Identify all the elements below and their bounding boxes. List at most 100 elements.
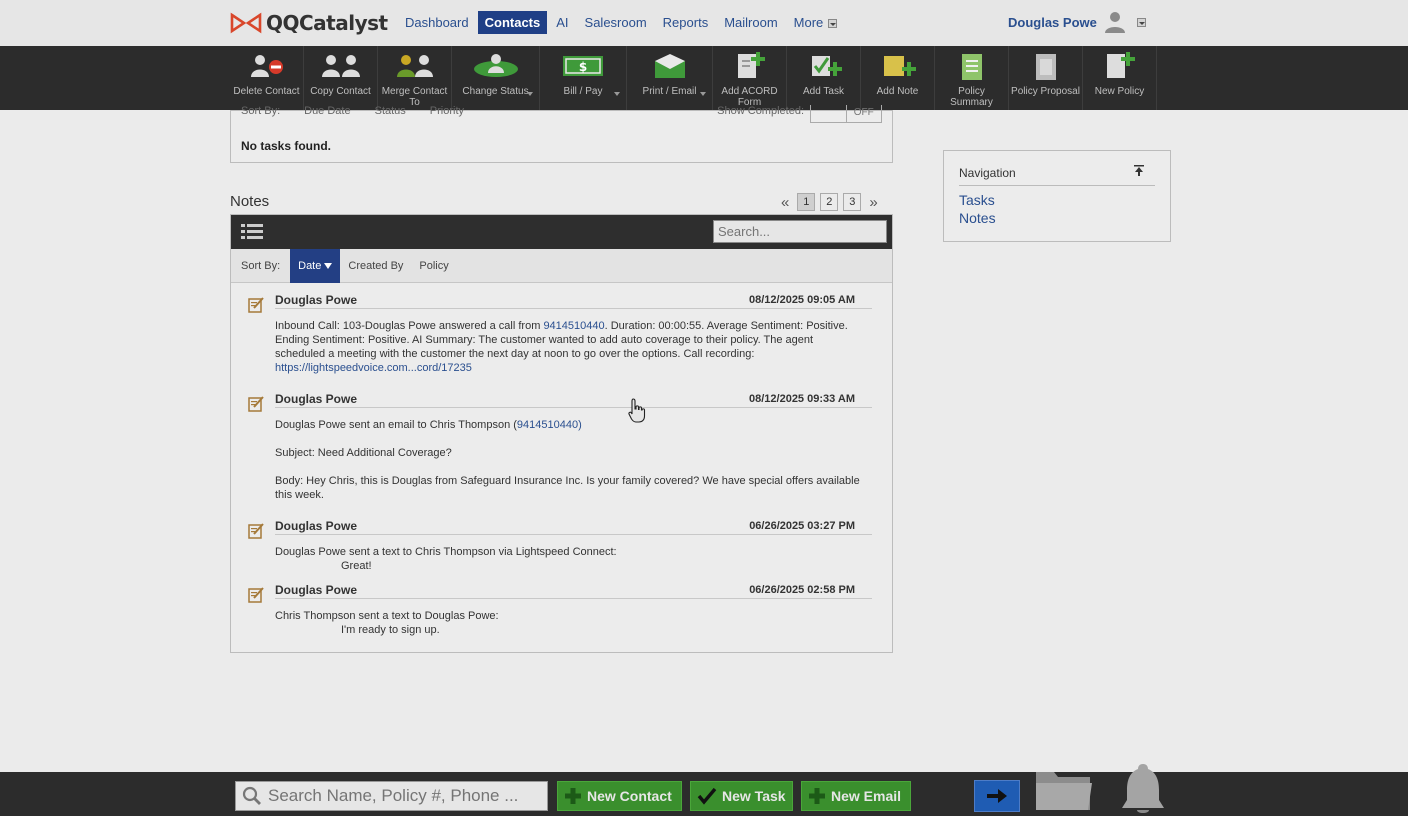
new-task-button[interactable]: New Task [690,781,793,811]
go-forward-button[interactable] [974,780,1020,812]
navigation-title: Navigation [959,166,1155,186]
phone-link[interactable]: 9414510440 [543,320,604,332]
copy-contact-button[interactable]: Copy Contact [304,46,378,110]
show-completed-toggle[interactable]: OFF [810,105,882,123]
nav-mailroom[interactable]: Mailroom [717,11,784,34]
navigation-link-tasks[interactable]: Tasks [959,192,995,208]
folder-icon[interactable] [1034,766,1094,814]
nav-more[interactable]: More [787,11,845,34]
note-body: Inbound Call: 103-Douglas Powe answered … [275,319,862,375]
note-date: 08/12/2025 09:33 AM [749,393,855,405]
email-body: Body: Hey Chris, this is Douglas from Sa… [275,475,860,501]
note-header: Douglas Powe 06/26/2025 02:58 PM [275,583,872,599]
merge-contact-button[interactable]: Merge Contact To [378,46,452,110]
pager-page-1[interactable]: 1 [797,193,816,211]
qqcatalyst-logo[interactable]: QQCatalyst [230,10,388,36]
main-navigation: Dashboard Contacts AI Salesroom Reports … [398,11,846,34]
notification-bell-icon[interactable] [1118,762,1168,816]
sort-by-date[interactable]: Date [290,248,341,283]
note-item: Douglas Powe 08/12/2025 09:05 AM Inbound… [246,293,872,383]
new-contact-button[interactable]: New Contact [557,781,682,811]
collapse-up-icon[interactable] [1134,165,1144,177]
note-item: Douglas Powe 08/12/2025 09:33 AM Douglas… [246,392,872,502]
change-status-button[interactable]: Change Status [452,46,540,110]
note-date: 08/12/2025 09:05 AM [749,294,855,306]
no-tasks-message: No tasks found. [241,139,332,153]
policy-proposal-icon [1035,54,1056,80]
tasks-sort-status[interactable]: Status [375,105,406,117]
add-note-label: Add Note [876,86,919,97]
tasks-sort-due-date[interactable]: Due Date [304,105,350,117]
tasks-sort-bar: Sort By: Due Date Status Priority [241,105,464,117]
sort-by-policy[interactable]: Policy [411,249,456,283]
nav-contacts[interactable]: Contacts [477,11,548,34]
policy-summary-button[interactable]: Policy Summary [935,46,1009,110]
nav-ai[interactable]: AI [549,11,575,34]
user-menu[interactable]: Douglas Powe [1008,10,1146,34]
note-author: Douglas Powe [275,583,358,597]
note-item: Douglas Powe 06/26/2025 03:27 PM Douglas… [246,519,872,572]
add-task-button[interactable]: Add Task [787,46,861,110]
user-menu-dropdown-icon[interactable] [1136,17,1146,27]
text-message: I'm ready to sign up. [341,624,440,636]
new-policy-button[interactable]: New Policy [1083,46,1157,110]
hand-cursor-icon [628,398,646,423]
new-email-label: New Email [831,788,902,804]
logo-text: QQCatalyst [266,11,388,35]
checkmark-icon [697,787,717,805]
tasks-sort-priority[interactable]: Priority [430,105,464,117]
note-icon [248,587,264,603]
search-icon [242,786,261,805]
global-search-input[interactable] [266,785,546,807]
note-author: Douglas Powe [275,519,358,533]
navigation-link-notes[interactable]: Notes [959,210,996,226]
print-email-button[interactable]: Print / Email [627,46,713,110]
change-status-icon [473,54,518,77]
note-icon [248,523,264,539]
navigation-box: Navigation Tasks Notes [943,150,1171,242]
note-date: 06/26/2025 03:27 PM [749,520,855,532]
bill-pay-dropdown-icon [614,92,620,96]
note-header: Douglas Powe 08/12/2025 09:33 AM [275,392,872,408]
pager-page-3[interactable]: 3 [843,193,862,211]
dropdown-arrow-icon [828,19,838,29]
pager-next[interactable]: » [866,194,880,211]
note-header: Douglas Powe 08/12/2025 09:05 AM [275,293,872,309]
policy-proposal-label: Policy Proposal [1011,86,1080,97]
policy-proposal-button[interactable]: Policy Proposal [1009,46,1083,110]
nav-reports[interactable]: Reports [656,11,716,34]
copy-contact-label: Copy Contact [310,86,371,97]
toggle-off-label: OFF [845,105,882,122]
note-body: Douglas Powe sent a text to Chris Thomps… [275,545,862,573]
user-name: Douglas Powe [1008,14,1097,30]
sort-by-created-by[interactable]: Created By [340,249,411,283]
delete-contact-icon [250,55,283,77]
phone-link[interactable]: 9414510440 [517,419,578,431]
copy-contact-icon [321,55,360,77]
nav-dashboard[interactable]: Dashboard [398,11,476,34]
nav-salesroom[interactable]: Salesroom [578,11,654,34]
notes-sort-bar: Sort By: Date Created By Policy [231,248,892,283]
new-email-button[interactable]: New Email [801,781,911,811]
notes-search-input[interactable] [713,220,887,243]
add-note-icon [883,56,916,76]
call-recording-link[interactable]: https://lightspeedvoice.com...cord/17235 [275,362,472,374]
pager-prev[interactable]: « [778,194,792,211]
note-icon [248,297,264,313]
notes-sort-label: Sort By: [241,259,281,272]
plus-icon [565,788,581,804]
pager-page-2[interactable]: 2 [820,193,839,211]
note-text: Inbound Call: 103-Douglas Powe answered … [275,320,544,332]
global-search-box[interactable] [235,781,548,811]
add-note-button[interactable]: Add Note [861,46,935,110]
arrow-right-icon [987,789,1007,803]
delete-contact-button[interactable]: Delete Contact [230,46,304,110]
toggle-on-side [811,105,846,122]
change-status-dropdown-icon [527,92,533,96]
note-text: Douglas Powe sent an email to Chris Thom… [275,419,517,431]
list-view-icon[interactable] [241,223,263,241]
add-acord-form-button[interactable]: Add ACORD Form [713,46,787,110]
show-completed-label: Show Completed: [717,105,804,117]
new-contact-label: New Contact [587,788,672,804]
bill-pay-button[interactable]: $ Bill / Pay [540,46,627,110]
